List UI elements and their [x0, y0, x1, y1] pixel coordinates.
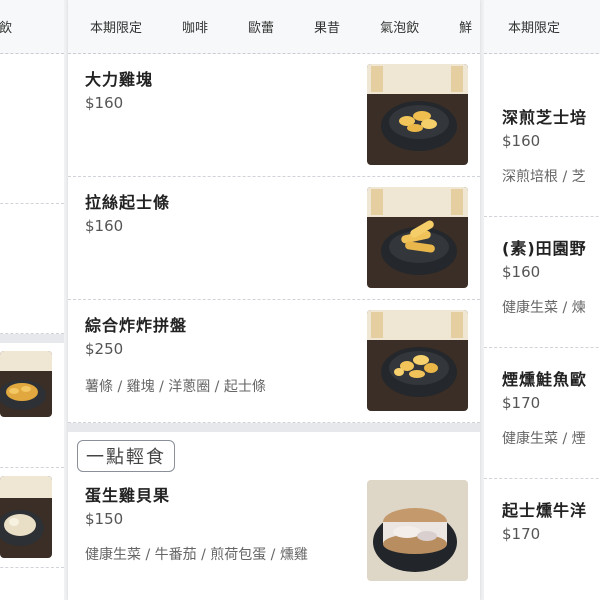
main-phone-screen: 本期限定 咖啡 歐蕾 果昔 氣泡飲 鮮 大力雞塊 $160 拉絲起士條 $160… — [68, 0, 480, 600]
screenshot-collage: 泡飲 — [0, 0, 600, 600]
menu-item[interactable]: (素)田園野 $160 健康生菜 / 煉 — [484, 217, 600, 348]
menu-item[interactable]: 煙燻鮭魚歐 $170 健康生菜 / 煙 — [484, 348, 600, 479]
food-photo-fried-platter — [367, 310, 468, 411]
tab-coffee[interactable]: 咖啡 — [182, 17, 208, 36]
section-title: 一點輕食 — [77, 440, 175, 472]
food-photo-salad — [0, 476, 52, 558]
menu-item[interactable]: 綜合炸炸拼盤 $250 薯條 / 雞塊 / 洋蔥圈 / 起士條 — [68, 300, 480, 423]
tab-seasonal[interactable]: 本期限定 — [90, 17, 142, 36]
item-price: $160 — [502, 132, 541, 150]
item-price: $160 — [85, 94, 124, 112]
list-item[interactable] — [0, 468, 64, 568]
list-top-spacer — [484, 54, 600, 86]
food-photo-nuggets — [0, 351, 52, 417]
item-name: 蛋生雞貝果 — [85, 486, 171, 505]
category-tabbar: 本期限定 咖啡 歐蕾 果昔 氣泡飲 鮮 — [68, 0, 480, 54]
tab-au-lait[interactable]: 歐蕾 — [248, 17, 274, 36]
list-item[interactable] — [0, 204, 64, 334]
item-name: 深煎芝士培 — [502, 108, 588, 127]
food-photo-cheese-sticks — [367, 187, 468, 288]
item-price: $160 — [85, 217, 124, 235]
item-description: 健康生菜 / 煙 — [502, 431, 586, 447]
menu-item[interactable]: 大力雞塊 $160 — [68, 54, 480, 177]
item-name: (素)田園野 — [502, 239, 587, 258]
menu-item[interactable]: 拉絲起士條 $160 — [68, 177, 480, 300]
food-photo-bagel — [367, 480, 468, 581]
item-description: 薯條 / 雞塊 / 洋蔥圈 / 起士條 — [85, 379, 266, 395]
section-divider — [68, 423, 480, 432]
item-description: 健康生菜 / 牛番茄 / 煎荷包蛋 / 燻雞 — [85, 547, 308, 563]
menu-item[interactable]: 蛋生雞貝果 $150 健康生菜 / 牛番茄 / 煎荷包蛋 / 燻雞 — [68, 480, 480, 600]
item-name: 起士燻牛洋 — [502, 501, 588, 520]
tab-fresh[interactable]: 鮮 — [459, 17, 472, 36]
tab-sparkling[interactable]: 氣泡飲 — [380, 17, 419, 36]
list-item[interactable] — [0, 343, 64, 468]
item-name: 綜合炸炸拼盤 — [85, 316, 188, 335]
category-tabbar: 泡飲 — [0, 0, 64, 54]
food-photo-nuggets — [367, 64, 468, 165]
section-header: 一點輕食 — [68, 432, 480, 480]
right-phone-screen: 本期限定 深煎芝士培 $160 深煎培根 / 芝 (素)田園野 $160 健康生… — [484, 0, 600, 600]
item-name: 煙燻鮭魚歐 — [502, 370, 588, 389]
tab-seasonal[interactable]: 本期限定 — [508, 17, 560, 36]
item-name: 大力雞塊 — [85, 70, 154, 89]
list-item[interactable] — [0, 54, 64, 204]
item-price: $250 — [85, 340, 124, 358]
category-tabbar: 本期限定 — [484, 0, 600, 54]
section-gap — [0, 334, 64, 343]
tab-smoothie[interactable]: 果昔 — [314, 17, 340, 36]
item-name: 拉絲起士條 — [85, 193, 171, 212]
item-price: $150 — [85, 510, 124, 528]
item-description: 深煎培根 / 芝 — [502, 169, 586, 185]
item-price: $170 — [502, 394, 541, 412]
menu-item[interactable]: 深煎芝士培 $160 深煎培根 / 芝 — [484, 86, 600, 217]
tab-sparkling[interactable]: 泡飲 — [0, 17, 12, 36]
menu-item[interactable]: 起士燻牛洋 $170 — [484, 479, 600, 600]
left-phone-screen: 泡飲 — [0, 0, 64, 600]
item-price: $170 — [502, 525, 541, 543]
item-price: $160 — [502, 263, 541, 281]
item-description: 健康生菜 / 煉 — [502, 300, 586, 316]
